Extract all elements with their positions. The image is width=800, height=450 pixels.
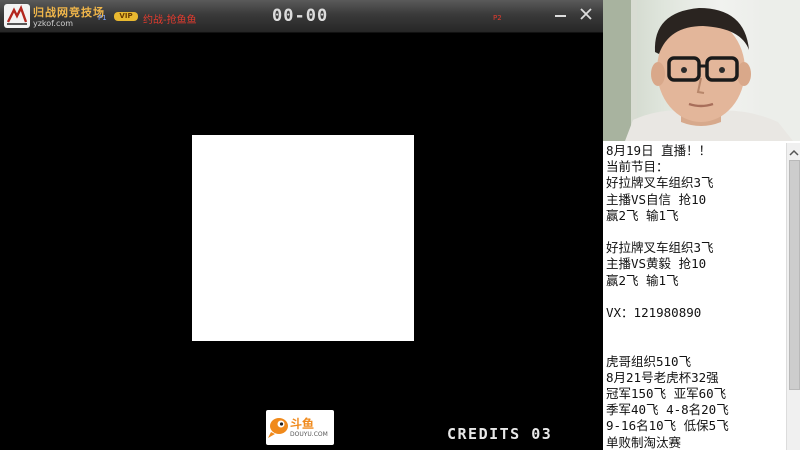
notepad-line	[606, 289, 786, 305]
notepad-line: 8月19日 直播！！	[606, 143, 712, 158]
notepad-line: 虎哥组织510飞	[606, 353, 692, 369]
yzkof-logo-icon	[4, 4, 30, 28]
notepad-text[interactable]: 8月19日 直播！！ 当前节目： 好拉牌叉车组织3飞 主播VS自信 抢10 赢2飞 输1…	[606, 143, 786, 450]
notepad-line: 好拉牌叉车组织3飞	[606, 175, 714, 191]
notepad-line: 季军40飞 4-8名20飞	[606, 402, 729, 418]
notepad-line: 主播VS自信 抢10	[606, 191, 707, 207]
notepad-line: 8月21号老虎杯32强	[606, 369, 719, 385]
game-screen[interactable]	[192, 135, 414, 341]
scroll-up-arrow-icon[interactable]	[787, 145, 800, 159]
emulator-titlebar: 归战网竞技场 yzkof.com P1 VIP 约战-抢鱼鱼 00-00 P2	[0, 0, 603, 33]
emulator-window: 归战网竞技场 yzkof.com P1 VIP 约战-抢鱼鱼 00-00 P2 …	[0, 0, 603, 450]
notepad-line: VX：121980890	[606, 305, 702, 321]
notepad-line: 赢2飞 输1飞	[606, 272, 679, 288]
minimize-button[interactable]	[553, 7, 569, 23]
notepad-line: 单败制淘汰赛	[606, 434, 682, 450]
douyu-url: DOUYU.COM	[290, 431, 328, 438]
notepad-line	[606, 224, 786, 240]
notepad-scrollbar[interactable]	[786, 143, 800, 450]
douyu-fish-icon	[268, 418, 288, 438]
notepad-line: 当前节目：	[606, 159, 669, 175]
notepad-panel[interactable]: 8月19日 直播！！ 当前节目： 好拉牌叉车组织3飞 主播VS自信 抢10 赢2飞 输1…	[603, 141, 800, 450]
notepad-line: 赢2飞 输1飞	[606, 207, 679, 223]
webcam-feed	[603, 0, 800, 141]
site-name: 归战网竞技场	[33, 6, 105, 19]
close-icon	[580, 8, 592, 20]
player1-tag: P1	[98, 14, 107, 22]
notepad-line	[606, 321, 786, 337]
close-button[interactable]	[578, 6, 594, 22]
credits-counter: CREDITS 03	[447, 425, 553, 443]
notepad-line	[606, 337, 786, 353]
douyu-name: 斗鱼	[290, 417, 315, 431]
douyu-logo: 斗鱼 DOUYU.COM	[266, 410, 334, 445]
notepad-line: 好拉牌叉车组织3飞	[606, 240, 714, 256]
scroll-thumb[interactable]	[789, 160, 800, 390]
player2-tag: P2	[493, 14, 502, 22]
notepad-line: 冠军150飞 亚军60飞	[606, 386, 727, 402]
site-url: yzkof.com	[33, 19, 74, 28]
notepad-line: 主播VS黄毅 抢10	[606, 256, 707, 272]
notepad-line: 9-16名10飞 低保5飞	[606, 418, 729, 434]
vip-badge: VIP	[114, 12, 138, 21]
streamer-face-image	[603, 0, 800, 141]
room-name: 约战-抢鱼鱼	[143, 15, 197, 26]
score-display: 00-00	[272, 6, 329, 26]
